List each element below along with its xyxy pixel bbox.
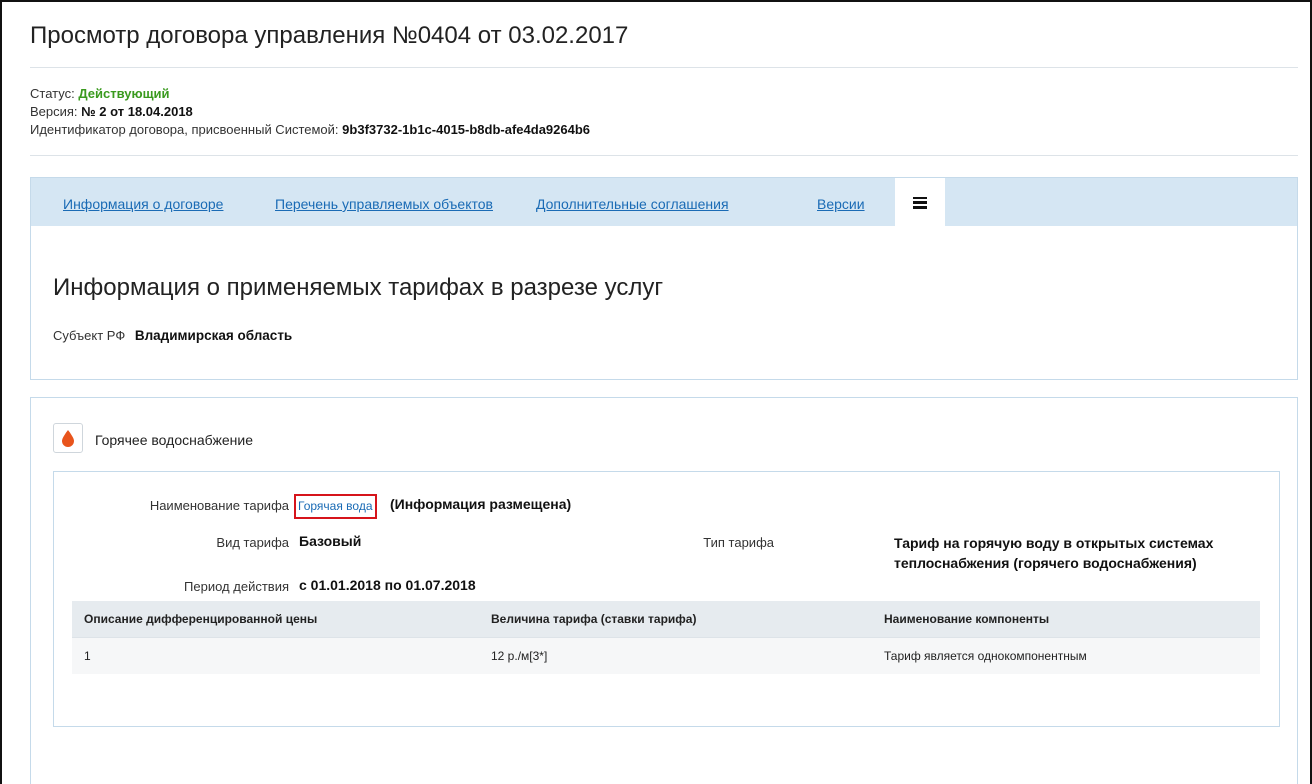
status-label: Статус: bbox=[30, 86, 75, 101]
page-title: Просмотр договора управления №0404 от 03… bbox=[30, 22, 629, 49]
period-value: с 01.01.2018 по 01.07.2018 bbox=[299, 577, 476, 593]
column-header: Описание дифференцированной цены bbox=[72, 601, 479, 637]
version-value: № 2 от 18.04.2018 bbox=[81, 104, 193, 119]
tariff-table: Описание дифференцированной цены Величин… bbox=[72, 601, 1260, 674]
table-cell: 12 р./м[3*] bbox=[479, 636, 872, 674]
status-line: Статус: Действующий bbox=[30, 86, 170, 101]
table-row: 1 12 р./м[3*] Тариф является однокомпоне… bbox=[72, 636, 1260, 674]
water-drop-icon bbox=[53, 423, 83, 453]
table-header-row: Описание дифференцированной цены Величин… bbox=[72, 601, 1260, 637]
service-panel: Горячее водоснабжение Наименование тариф… bbox=[30, 397, 1298, 784]
contract-id-line: Идентификатор договора, присвоенный Сист… bbox=[30, 122, 590, 137]
subject-line: Субъект РФ Владимирская область bbox=[53, 328, 292, 343]
column-header: Величина тарифа (ставки тарифа) bbox=[479, 601, 872, 637]
table-cell: 1 bbox=[72, 636, 479, 674]
tab-additional-agreements[interactable]: Дополнительные соглашения bbox=[536, 196, 729, 212]
subject-label: Субъект РФ bbox=[53, 328, 126, 343]
service-name: Горячее водоснабжение bbox=[95, 432, 253, 448]
tariff-type-value: Тариф на горячую воду в открытых система… bbox=[894, 533, 1213, 573]
version-label: Версия: bbox=[30, 104, 78, 119]
tariff-kind-value: Базовый bbox=[299, 533, 362, 549]
tab-managed-objects[interactable]: Перечень управляемых объектов bbox=[275, 196, 493, 212]
menu-icon bbox=[913, 196, 927, 209]
tariff-name-link[interactable]: Горячая вода bbox=[298, 499, 373, 513]
subject-value: Владимирская область bbox=[134, 328, 293, 343]
version-line: Версия: № 2 от 18.04.2018 bbox=[30, 104, 193, 119]
section-title: Информация о применяемых тарифах в разре… bbox=[53, 274, 664, 301]
column-header: Наименование компоненты bbox=[872, 601, 1260, 637]
divider bbox=[30, 67, 1298, 68]
tab-more[interactable] bbox=[895, 178, 945, 227]
tariff-kind-label: Вид тарифа bbox=[216, 535, 289, 550]
contract-id-value: 9b3f3732-1b1c-4015-b8db-afe4da9264b6 bbox=[342, 122, 591, 137]
period-label: Период действия bbox=[184, 579, 289, 594]
tab-versions[interactable]: Версии bbox=[817, 196, 865, 212]
tab-bar: Информация о договоре Перечень управляем… bbox=[31, 178, 1297, 227]
tab-contract-info[interactable]: Информация о договоре bbox=[63, 196, 223, 212]
table-cell: Тариф является однокомпонентным bbox=[872, 636, 1260, 674]
tariff-card: Наименование тарифа Горячая вода (Информ… bbox=[53, 471, 1280, 727]
tariff-type-label: Тип тарифа bbox=[703, 535, 774, 550]
contract-id-label: Идентификатор договора, присвоенный Сист… bbox=[30, 122, 339, 137]
tariff-name-label: Наименование тарифа bbox=[149, 498, 289, 513]
tariff-name-highlight: Горячая вода bbox=[294, 494, 377, 519]
contract-panel: Информация о договоре Перечень управляем… bbox=[30, 177, 1298, 380]
divider bbox=[30, 155, 1298, 156]
tariff-name-status: (Информация размещена) bbox=[390, 496, 572, 512]
status-value: Действующий bbox=[78, 86, 170, 101]
tariff-type-value-line: теплоснабжения (горячего водоснабжения) bbox=[894, 555, 1197, 571]
tariff-type-value-line: Тариф на горячую воду в открытых система… bbox=[894, 535, 1214, 551]
